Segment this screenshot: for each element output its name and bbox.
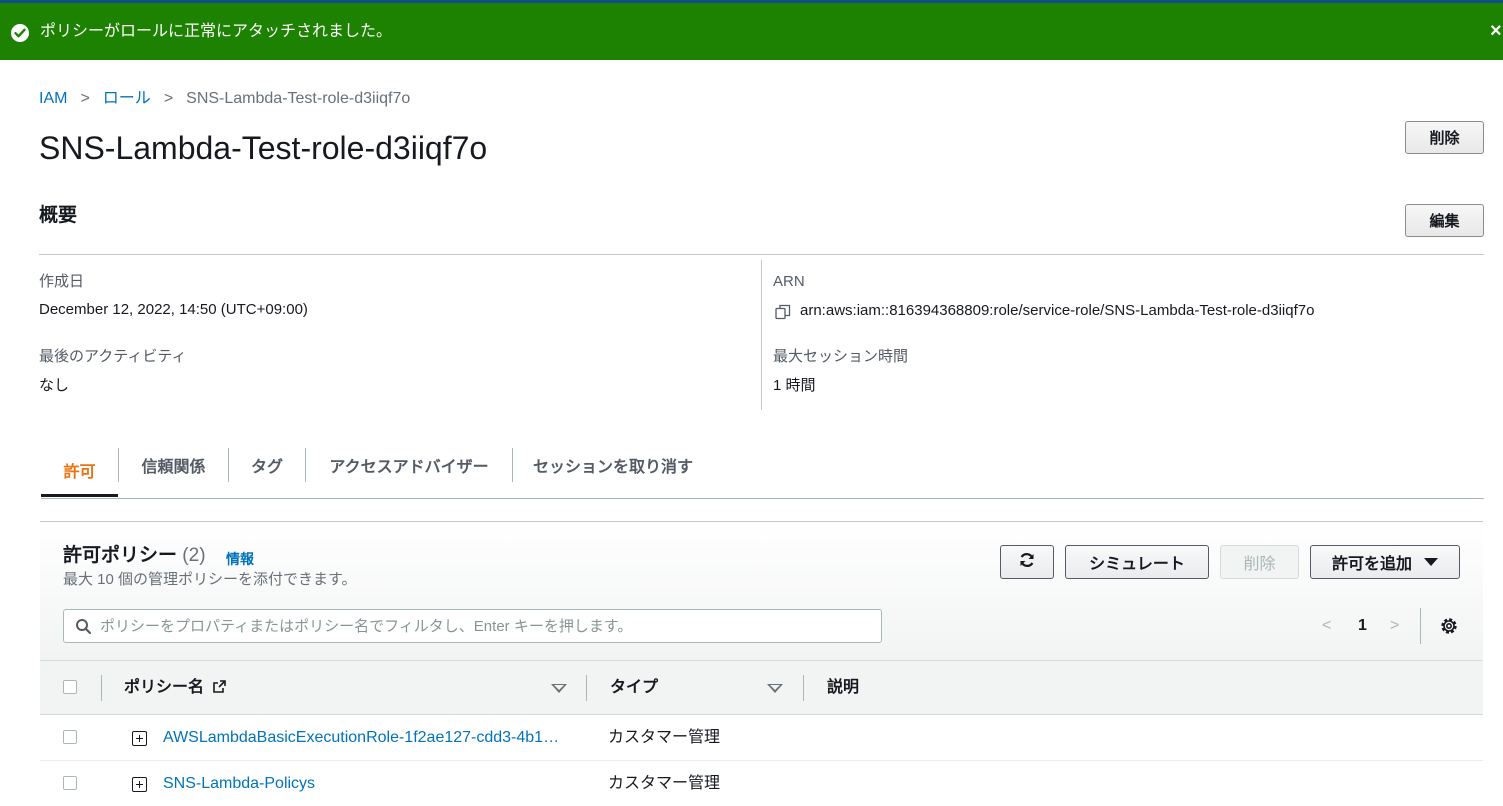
policy-name-link[interactable]: AWSLambdaBasicExecutionRole-1f2ae127-cdd… bbox=[163, 728, 565, 748]
delete-role-button[interactable]: 削除 bbox=[1405, 121, 1484, 154]
max-session-label: 最大セッション時間 bbox=[773, 348, 909, 365]
sort-down-icon[interactable] bbox=[767, 684, 783, 693]
table-header: ポリシー名 タイプ 説明 bbox=[40, 660, 1483, 715]
row-checkbox[interactable] bbox=[63, 730, 77, 744]
policy-type: カスタマー管理 bbox=[608, 729, 721, 746]
expand-icon[interactable] bbox=[132, 731, 147, 746]
summary-column-divider bbox=[761, 260, 762, 410]
summary-title: 概要 bbox=[39, 205, 78, 226]
column-policy-name[interactable]: ポリシー名 bbox=[124, 677, 227, 699]
panel-description: 最大 10 個の管理ポリシーを添付できます。 bbox=[63, 571, 357, 588]
tab-permissions[interactable]: 許可 bbox=[41, 445, 118, 497]
delete-policy-button[interactable]: 削除 bbox=[1220, 545, 1299, 579]
add-permissions-button[interactable]: 許可を追加 bbox=[1310, 545, 1460, 579]
gear-icon[interactable] bbox=[1439, 616, 1459, 641]
sort-down-icon[interactable] bbox=[551, 684, 567, 693]
pager-separator bbox=[1420, 608, 1421, 644]
column-separator bbox=[586, 675, 587, 701]
last-activity-value: なし bbox=[39, 377, 70, 394]
table-row[interactable]: AWSLambdaBasicExecutionRole-1f2ae127-cdd… bbox=[40, 715, 1483, 761]
search-input[interactable] bbox=[100, 610, 870, 642]
arn-label: ARN bbox=[773, 273, 805, 290]
breadcrumb: IAM > ロール > SNS-Lambda-Test-role-d3iiqf7… bbox=[39, 89, 410, 109]
expand-icon[interactable] bbox=[132, 777, 147, 792]
tab-revoke-sessions[interactable]: セッションを取り消す bbox=[513, 445, 713, 485]
row-checkbox[interactable] bbox=[63, 776, 77, 790]
external-link-icon bbox=[213, 680, 227, 693]
search-icon bbox=[75, 618, 92, 640]
tab-tags[interactable]: タグ bbox=[229, 445, 305, 485]
check-circle-icon bbox=[11, 24, 29, 42]
simulate-button[interactable]: シミュレート bbox=[1065, 545, 1209, 579]
panel-title: 許可ポリシー (2) bbox=[63, 544, 206, 568]
column-separator bbox=[803, 675, 804, 701]
created-label: 作成日 bbox=[39, 273, 85, 290]
panel-header: 許可ポリシー (2) 情報 最大 10 個の管理ポリシーを添付できます。 シミュ… bbox=[40, 522, 1483, 660]
policy-count: (2) bbox=[182, 545, 206, 566]
page-title: SNS-Lambda-Test-role-d3iiqf7o bbox=[39, 130, 488, 166]
column-policy-name-label: ポリシー名 bbox=[124, 679, 205, 696]
column-description[interactable]: 説明 bbox=[827, 677, 859, 699]
breadcrumb-current: SNS-Lambda-Test-role-d3iiqf7o bbox=[186, 90, 411, 107]
tabs-underline bbox=[41, 498, 1484, 499]
breadcrumb-separator-icon: > bbox=[80, 90, 90, 107]
pagination-prev-icon[interactable]: < bbox=[1322, 614, 1331, 638]
column-separator bbox=[101, 675, 102, 701]
caret-down-icon bbox=[1424, 558, 1438, 566]
table-row[interactable]: SNS-Lambda-Policys カスタマー管理 bbox=[40, 761, 1483, 806]
refresh-icon bbox=[1018, 551, 1036, 574]
max-session-value: 1 時間 bbox=[773, 377, 816, 394]
column-type[interactable]: タイプ bbox=[610, 677, 658, 699]
close-icon[interactable]: × bbox=[1490, 19, 1502, 43]
pagination-current-page[interactable]: 1 bbox=[1358, 614, 1367, 638]
policy-type: カスタマー管理 bbox=[608, 775, 721, 792]
last-activity-label: 最後のアクティビティ bbox=[39, 348, 187, 365]
breadcrumb-separator-icon: > bbox=[163, 90, 174, 107]
success-flash-bar: ポリシーがロールに正常にアタッチされました。 × bbox=[0, 0, 1503, 60]
flash-message: ポリシーがロールに正常にアタッチされました。 bbox=[40, 23, 393, 40]
add-permissions-label: 許可を追加 bbox=[1331, 556, 1412, 573]
tab-trust-relationships[interactable]: 信頼関係 bbox=[119, 445, 228, 485]
policy-search[interactable] bbox=[63, 609, 882, 643]
copy-icon[interactable] bbox=[775, 304, 791, 320]
panel-title-text: 許可ポリシー bbox=[63, 545, 178, 566]
refresh-button[interactable] bbox=[1000, 545, 1054, 579]
created-value: December 12, 2022, 14:50 (UTC+09:00) bbox=[39, 301, 308, 318]
breadcrumb-iam[interactable]: IAM bbox=[39, 89, 67, 109]
pagination-next-icon[interactable]: > bbox=[1390, 614, 1399, 638]
permission-policies-panel: 許可ポリシー (2) 情報 最大 10 個の管理ポリシーを添付できます。 シミュ… bbox=[40, 521, 1483, 806]
edit-button[interactable]: 編集 bbox=[1405, 204, 1484, 237]
summary-divider bbox=[39, 254, 1484, 255]
breadcrumb-roles[interactable]: ロール bbox=[103, 89, 151, 109]
info-link[interactable]: 情報 bbox=[226, 549, 254, 569]
select-all-checkbox[interactable] bbox=[63, 680, 77, 694]
policy-name-link[interactable]: SNS-Lambda-Policys bbox=[163, 774, 565, 794]
arn-value: arn:aws:iam::816394368809:role/service-r… bbox=[800, 302, 1315, 319]
tab-access-advisor[interactable]: アクセスアドバイザー bbox=[306, 445, 512, 485]
